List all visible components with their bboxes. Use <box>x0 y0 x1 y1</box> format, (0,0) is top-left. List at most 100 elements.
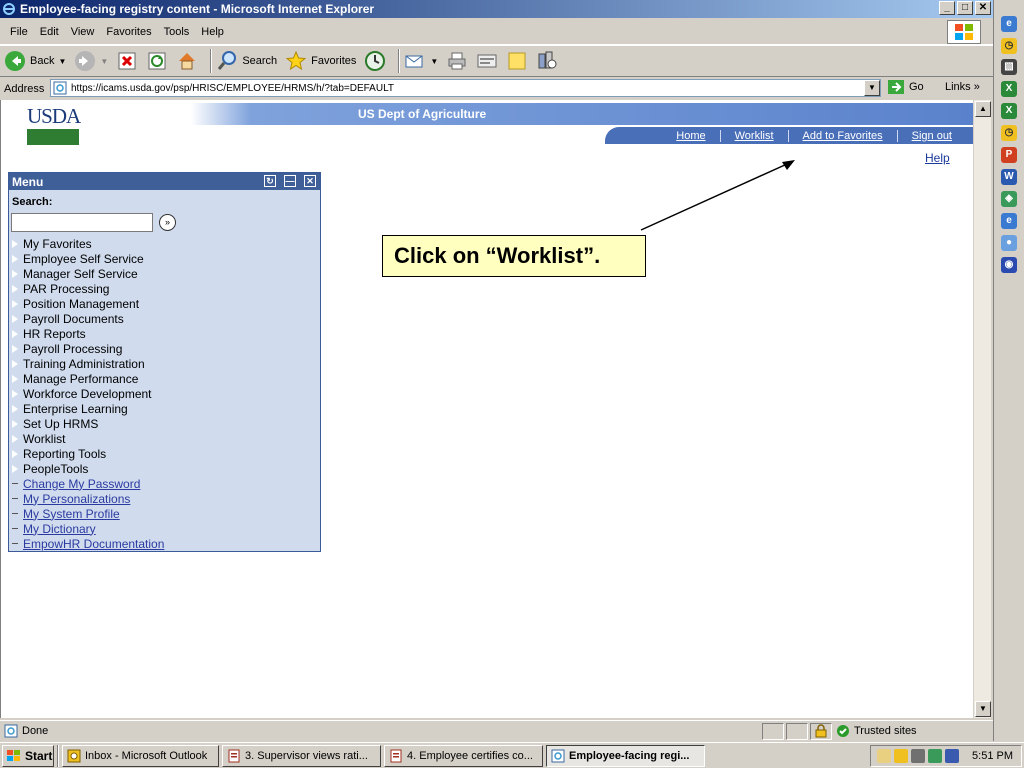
ie-icon <box>2 2 16 16</box>
task-outlook[interactable]: Inbox - Microsoft Outlook <box>62 744 219 767</box>
ie-shortcut-icon[interactable]: e <box>1001 16 1017 32</box>
task-employee-certifies[interactable]: 4. Employee certifies co... <box>384 744 543 767</box>
callout-arrow <box>640 160 795 231</box>
mail-button[interactable]: ▼ <box>404 50 438 72</box>
status-pane <box>762 722 784 740</box>
start-button[interactable]: Start <box>2 744 54 767</box>
menu-favorites[interactable]: Favorites <box>100 26 157 38</box>
stop-icon <box>116 50 138 72</box>
back-button[interactable]: Back ▼ <box>4 50 66 72</box>
history-button[interactable] <box>364 50 386 72</box>
search-icon <box>216 50 238 72</box>
taskbar-separator <box>57 744 59 767</box>
close-button[interactable]: ✕ <box>975 1 991 15</box>
go-label: Go <box>909 81 924 93</box>
research-icon <box>536 50 558 72</box>
windows-logo-icon <box>947 20 981 44</box>
history-icon <box>364 50 386 72</box>
links-toolbar-label[interactable]: Links » <box>945 81 980 93</box>
discuss-button[interactable] <box>506 50 528 72</box>
taskbar-clock[interactable]: 5:51 PM <box>972 750 1013 762</box>
maximize-button[interactable]: □ <box>957 1 973 15</box>
task-employee-facing-registry[interactable]: Employee-facing regi... <box>546 744 705 767</box>
menu-edit[interactable]: Edit <box>34 26 65 38</box>
calendar-shortcut-icon[interactable]: ◷ <box>1001 125 1017 141</box>
menu-help[interactable]: Help <box>195 26 230 38</box>
print-button[interactable] <box>446 50 468 72</box>
task-label: 4. Employee certifies co... <box>407 749 533 762</box>
task-supervisor-views[interactable]: 3. Supervisor views rati... <box>222 744 381 767</box>
clock-shortcut-icon[interactable]: ◷ <box>1001 38 1017 54</box>
shield-tray-icon[interactable] <box>911 749 925 763</box>
security-zone-label: Trusted sites <box>854 725 917 737</box>
favorites-button[interactable]: Favorites <box>285 50 356 72</box>
forward-arrow-icon <box>74 50 96 72</box>
stop-button[interactable] <box>116 50 138 72</box>
instruction-callout: Click on “Worklist”. <box>382 235 646 277</box>
status-pane <box>786 722 808 740</box>
minimize-button[interactable]: _ <box>939 1 955 15</box>
messenger-button[interactable] <box>536 50 558 72</box>
edit-button[interactable] <box>476 50 498 72</box>
ie-icon <box>551 749 565 762</box>
binder-shortcut-icon[interactable]: ▧ <box>1001 59 1017 75</box>
back-dropdown-icon[interactable]: ▼ <box>58 57 66 66</box>
excel-shortcut-icon[interactable]: X <box>1001 103 1017 119</box>
back-arrow-icon <box>4 50 26 72</box>
forward-dropdown-icon[interactable]: ▼ <box>100 57 108 66</box>
menu-file[interactable]: File <box>4 26 34 38</box>
printer-icon <box>446 50 468 72</box>
go-arrow-icon <box>888 80 904 94</box>
mail-dropdown-icon[interactable]: ▼ <box>430 57 438 66</box>
system-tray: 5:51 PM <box>870 745 1022 767</box>
vertical-scrollbar[interactable]: ▲ ▼ <box>973 100 991 718</box>
excel-shortcut-icon[interactable]: X <box>1001 81 1017 97</box>
help-bulb-shortcut-icon[interactable]: ● <box>1001 235 1017 251</box>
word-shortcut-icon[interactable]: W <box>1001 169 1017 185</box>
home-button[interactable] <box>176 50 198 72</box>
document-icon <box>228 749 240 762</box>
refresh-button[interactable] <box>146 50 168 72</box>
menu-view[interactable]: View <box>65 26 101 38</box>
security-zone[interactable]: Trusted sites <box>834 724 984 738</box>
search-button[interactable]: Search <box>216 50 277 72</box>
page-done-icon <box>4 724 18 738</box>
clock-tray-icon[interactable] <box>894 749 908 763</box>
mail-tray-icon[interactable] <box>877 749 891 763</box>
status-text: Done <box>22 725 49 737</box>
home-icon <box>176 50 198 72</box>
address-label: Address <box>4 82 45 95</box>
search-label: Search <box>242 55 278 67</box>
network-tray-icon[interactable] <box>928 749 942 763</box>
go-button[interactable]: Go <box>887 79 924 95</box>
start-label: Start <box>25 748 53 763</box>
web-content-area: USDA US Dept of Agriculture Home Worklis… <box>0 100 973 718</box>
windows-flag-icon <box>7 749 20 761</box>
refresh-icon <box>146 50 168 72</box>
network-shortcut-icon[interactable]: ◈ <box>1001 191 1017 207</box>
menu-tools[interactable]: Tools <box>158 26 196 38</box>
edit-page-icon <box>476 50 498 72</box>
address-input[interactable]: https://icams.usda.gov/psp/HRISC/EMPLOYE… <box>50 79 881 97</box>
status-text-pane: Done <box>0 724 762 738</box>
office-shortcut-bar: e ◷ ▧ X X ◷ P W ◈ e ● ◉ <box>993 0 1024 741</box>
powerpoint-shortcut-icon[interactable]: P <box>1001 147 1017 163</box>
trusted-check-icon <box>837 725 849 737</box>
page-icon <box>53 81 67 95</box>
taskbar: Start Inbox - Microsoft Outlook 3. Super… <box>0 742 1024 768</box>
antivirus-tray-icon[interactable] <box>945 749 959 763</box>
browser-shortcut-icon[interactable]: e <box>1001 213 1017 229</box>
secure-lock-icon[interactable] <box>810 722 832 740</box>
document-icon <box>390 749 402 762</box>
forward-button[interactable]: ▼ <box>74 50 108 72</box>
toolbar-separator <box>210 49 213 73</box>
toolbar: Back ▼ ▼ Search Favorites ▼ <box>0 45 993 77</box>
scroll-up-icon[interactable]: ▲ <box>975 101 991 117</box>
address-url: https://icams.usda.gov/psp/HRISC/EMPLOYE… <box>71 82 394 94</box>
status-bar: Done Trusted sites <box>0 720 993 741</box>
scroll-down-icon[interactable]: ▼ <box>975 701 991 717</box>
address-dropdown-icon[interactable]: ▼ <box>864 80 880 96</box>
outlook-icon <box>67 749 81 762</box>
media-shortcut-icon[interactable]: ◉ <box>1001 257 1017 273</box>
menu-bar: File Edit View Favorites Tools Help <box>0 19 993 45</box>
